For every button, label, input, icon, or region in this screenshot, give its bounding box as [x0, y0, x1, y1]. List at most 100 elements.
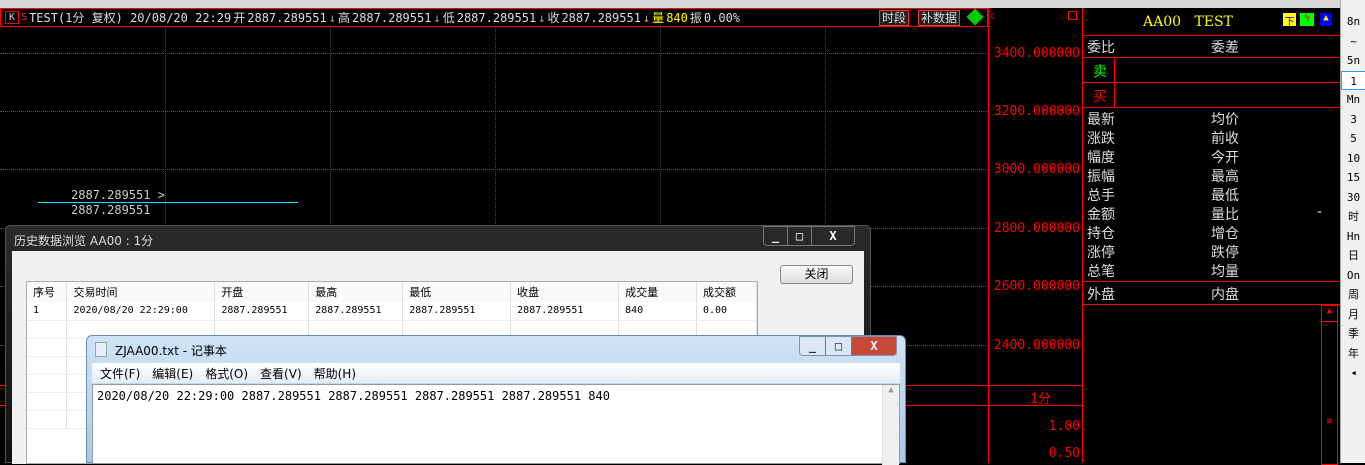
close-label: 收 — [547, 11, 560, 25]
volume-axis-label: 1.00 — [1048, 419, 1080, 434]
stat-label: 今开 — [1211, 150, 1239, 166]
period-button[interactable]: 30 — [1341, 188, 1365, 207]
scroll-thumb-icon[interactable]: ≡ — [1322, 416, 1337, 427]
amplitude-value: 0.00% — [703, 10, 741, 25]
price-axis-label: 3400.000000 — [993, 46, 1080, 61]
maximize-button[interactable]: □ — [788, 227, 812, 245]
table-cell: 2887.289551 — [214, 302, 310, 321]
dialog-title: 历史数据浏览 AA00 : 1分 — [14, 234, 154, 248]
chart-title: TEST(1分 复权) 20/08/20 22:29 — [29, 11, 232, 25]
buy-label: 买 — [1093, 89, 1107, 105]
fill-data-button[interactable]: 补数据 — [918, 10, 961, 26]
k-menu-button[interactable]: K — [5, 11, 20, 24]
notepad-text-area[interactable]: 2020/08/20 22:29:00 2887.289551 2887.289… — [92, 384, 900, 465]
column-header[interactable]: 成交量 — [618, 282, 697, 302]
ratio-value: - — [1317, 204, 1323, 220]
volume-value: 840 — [666, 10, 688, 25]
stat-label: 涨跌 — [1087, 131, 1115, 147]
window-top-strip — [0, 0, 1340, 8]
minimize-button[interactable]: _ — [800, 337, 826, 355]
menu-item[interactable]: 格式(O) — [205, 365, 248, 382]
period-button[interactable]: ~ — [1341, 32, 1365, 51]
period-button[interactable]: 日 — [1341, 246, 1365, 265]
wc-label: 委差 — [1211, 40, 1239, 56]
period-button[interactable]: Mn — [1341, 90, 1365, 109]
period-button[interactable]: 时段 — [879, 10, 910, 26]
period-button[interactable]: 1 — [1341, 70, 1365, 90]
column-header[interactable]: 开盘 — [214, 282, 310, 302]
notepad-file-icon — [95, 342, 107, 357]
stat-label: 增仓 — [1211, 226, 1239, 242]
period-label: 1分 — [1030, 392, 1051, 407]
period-button[interactable]: 10 — [1341, 149, 1365, 168]
quote-title: AA00 TEST — [1143, 14, 1233, 30]
column-header[interactable]: 成交额 — [696, 282, 757, 302]
notepad-content[interactable]: 2020/08/20 22:29:00 2887.289551 2887.289… — [97, 389, 610, 403]
scroll-up-icon[interactable]: ▲ — [1322, 306, 1337, 322]
low-label: 低 — [442, 11, 455, 25]
stat-label: 振幅 — [1087, 169, 1115, 185]
table-row[interactable]: 1 2020/08/20 22:29:00 2887.289551 2887.2895… — [27, 302, 757, 321]
down-arrow-icon: ↓ — [642, 10, 651, 25]
window-controls: _ □ X — [763, 226, 855, 246]
period-button[interactable]: 15 — [1341, 168, 1365, 187]
stat-label: 持仓 — [1087, 226, 1115, 242]
down-icon[interactable]: 下 — [1283, 13, 1296, 28]
up-icon[interactable]: ▲ — [1320, 13, 1332, 26]
stat-label: 最高 — [1211, 169, 1239, 185]
minimize-button[interactable]: _ — [764, 227, 788, 245]
period-button[interactable]: 周 — [1341, 285, 1365, 304]
stat-label: 前收 — [1211, 131, 1239, 147]
stat-label: 总手 — [1087, 188, 1115, 204]
table-cell: 2887.289551 — [510, 302, 620, 321]
high-label: 高 — [337, 11, 350, 25]
down-arrow-icon: ↓ — [433, 10, 441, 25]
volume-label: 量 — [652, 11, 665, 25]
close-window-button[interactable]: X — [852, 337, 896, 355]
marker-label: 2887.289551 > — [71, 188, 165, 202]
close-value: 2887.289551 — [561, 10, 641, 25]
period-button[interactable]: On — [1341, 266, 1365, 285]
notepad-title: ZJAA00.txt - 记事本 — [115, 344, 227, 358]
stat-label: 金额 — [1087, 207, 1115, 223]
vertical-scrollbar[interactable]: ▲ — [882, 385, 899, 465]
s-icon[interactable]: S — [21, 12, 27, 23]
notepad-menu: 文件(F) 编辑(E) 格式(O) 查看(V) 帮助(H) — [92, 363, 900, 383]
menu-item[interactable]: 文件(F) — [100, 365, 140, 382]
arrow-toggle-icon[interactable]: ⇕ — [989, 9, 996, 22]
period-button[interactable]: 月 — [1341, 305, 1365, 324]
column-header[interactable]: 最低 — [402, 282, 512, 302]
period-button[interactable]: 5n — [1341, 51, 1365, 70]
period-button[interactable]: ◂ — [1341, 363, 1365, 382]
period-button[interactable]: 3 — [1341, 110, 1365, 129]
close-window-button[interactable]: X — [812, 227, 854, 245]
menu-item[interactable]: 帮助(H) — [314, 365, 356, 382]
quote-panel: AA00 TEST 下 ϟ ▲ 委比 委差 卖 买 最新 均价 涨跌 前收 幅度 今开 振幅… — [1082, 8, 1341, 465]
inner-label: 内盘 — [1211, 287, 1239, 303]
lightning-icon[interactable]: ϟ — [1300, 13, 1314, 26]
price-axis-label: 2600.000000 — [993, 279, 1080, 294]
period-button[interactable]: 年 — [1341, 344, 1365, 363]
period-button[interactable]: 5 — [1341, 129, 1365, 148]
scrollbar[interactable]: ▲ ≡ — [1321, 305, 1338, 465]
table-cell: 2020/08/20 22:29:00 — [66, 302, 216, 321]
period-button[interactable]: 8n — [1341, 12, 1365, 31]
column-header[interactable]: 收盘 — [510, 282, 620, 302]
price-axis-label: 2400.000000 — [993, 338, 1080, 353]
menu-item[interactable]: 查看(V) — [260, 365, 302, 382]
maximize-button[interactable]: □ — [826, 337, 852, 355]
maximize-chart-icon[interactable] — [1068, 11, 1077, 20]
period-button[interactable]: 季 — [1341, 324, 1365, 343]
price-axis-label: 3000.000000 — [993, 162, 1080, 177]
price-axis-label: 2800.000000 — [993, 221, 1080, 236]
close-button[interactable]: 关闭 — [780, 265, 853, 284]
column-header[interactable]: 序号 — [27, 282, 68, 302]
column-header[interactable]: 交易时间 — [66, 282, 216, 302]
table-cell: 2887.289551 — [308, 302, 404, 321]
menu-item[interactable]: 编辑(E) — [152, 365, 193, 382]
period-button[interactable]: Hn — [1341, 227, 1365, 246]
stat-label: 量比 — [1211, 207, 1239, 223]
stat-label: 幅度 — [1087, 150, 1115, 166]
period-button[interactable]: 时 — [1341, 207, 1365, 226]
column-header[interactable]: 最高 — [308, 282, 404, 302]
